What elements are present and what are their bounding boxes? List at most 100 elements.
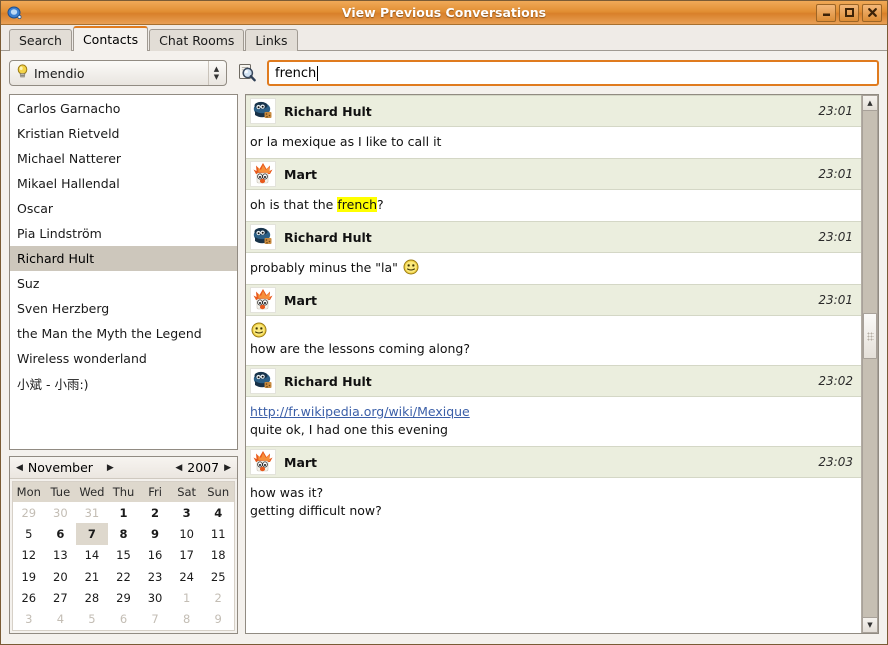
tab-contacts[interactable]: Contacts — [72, 26, 149, 52]
message-link[interactable]: http://fr.wikipedia.org/wiki/Mexique — [250, 404, 470, 419]
list-item[interactable]: 小斌 - 小雨:) — [10, 371, 237, 396]
message-header: Mart 23:01 — [246, 284, 861, 316]
calendar-day[interactable]: 29 — [13, 502, 45, 523]
next-month-icon[interactable]: ▶ — [107, 463, 114, 473]
scroll-up-button[interactable]: ▲ — [862, 95, 878, 111]
calendar-day[interactable]: 21 — [76, 566, 108, 587]
message-sender: Richard Hult — [284, 373, 372, 389]
calendar-week: 12 13 14 15 16 17 18 — [13, 545, 234, 566]
maximize-button[interactable] — [839, 3, 859, 22]
list-item[interactable]: Wireless wonderland — [10, 346, 237, 371]
calendar-day[interactable]: 19 — [13, 566, 45, 587]
prev-year-icon[interactable]: ◀ — [175, 463, 182, 473]
calendar-day[interactable]: 5 — [13, 523, 45, 544]
calendar-day[interactable]: 23 — [139, 566, 171, 587]
search-match-highlight: french — [337, 197, 378, 212]
calendar-day[interactable]: 12 — [13, 545, 45, 566]
calendar-day[interactable]: 13 — [45, 545, 77, 566]
calendar-day[interactable]: 4 — [45, 609, 77, 630]
list-item[interactable]: Suz — [10, 271, 237, 296]
list-item[interactable]: Michael Natterer — [10, 146, 237, 171]
calendar-day[interactable]: 20 — [45, 566, 77, 587]
main-window: View Previous Conversations Search Conta… — [0, 0, 888, 645]
calendar-day[interactable]: 29 — [108, 587, 140, 608]
calendar-day[interactable]: 16 — [139, 545, 171, 566]
close-button[interactable] — [862, 3, 882, 22]
calendar-day[interactable]: 3 — [171, 502, 203, 523]
message-timestamp: 23:03 — [818, 455, 853, 469]
calendar-day[interactable]: 2 — [202, 587, 234, 608]
search-input[interactable]: french — [267, 60, 879, 86]
minimize-button[interactable] — [816, 3, 836, 22]
message-text: how are the lessons coming along? — [250, 341, 470, 356]
next-year-icon[interactable]: ▶ — [224, 463, 231, 473]
calendar-day[interactable]: 9 — [139, 523, 171, 544]
scroll-down-button[interactable]: ▼ — [862, 617, 878, 633]
tab-bar: Search Contacts Chat Rooms Links — [1, 25, 887, 52]
window-controls — [816, 3, 884, 22]
list-item[interactable]: Carlos Garnacho — [10, 96, 237, 121]
calendar-day[interactable]: 27 — [45, 587, 77, 608]
calendar-day[interactable]: 15 — [108, 545, 140, 566]
beaker-avatar — [250, 161, 276, 187]
list-item[interactable]: Mikael Hallendal — [10, 171, 237, 196]
calendar-day[interactable]: 8 — [108, 523, 140, 544]
scrollbar-track[interactable] — [862, 111, 878, 617]
tab-chat-rooms[interactable]: Chat Rooms — [149, 29, 245, 51]
account-combo[interactable]: Imendio ▲ ▼ — [9, 60, 227, 86]
day-name: Sun — [207, 485, 230, 499]
calendar-day[interactable]: 22 — [108, 566, 140, 587]
list-item[interactable]: Kristian Rietveld — [10, 121, 237, 146]
panes: Carlos Garnacho Kristian Rietveld Michae… — [9, 94, 879, 634]
contact-list[interactable]: Carlos Garnacho Kristian Rietveld Michae… — [9, 94, 238, 450]
message-sender: Mart — [284, 166, 318, 182]
calendar-day[interactable]: 7 — [139, 609, 171, 630]
list-item[interactable]: the Man the Myth the Legend — [10, 321, 237, 346]
calendar-day[interactable]: 1 — [108, 502, 140, 523]
search-input-value: french — [275, 65, 317, 81]
calendar-month-nav: ◀ November ▶ — [16, 460, 114, 475]
calendar-day[interactable]: 5 — [76, 609, 108, 630]
list-item[interactable]: Oscar — [10, 196, 237, 221]
message-line: oh is that the french? — [250, 196, 853, 214]
calendar-day[interactable]: 26 — [13, 587, 45, 608]
calendar-day[interactable]: 17 — [171, 545, 203, 566]
tab-links[interactable]: Links — [245, 29, 298, 51]
tab-search[interactable]: Search — [9, 29, 72, 51]
cookie-monster-avatar — [250, 98, 276, 124]
calendar-day[interactable]: 11 — [202, 523, 234, 544]
calendar-day[interactable]: 28 — [76, 587, 108, 608]
search-magnifier-icon[interactable] — [235, 61, 259, 85]
calendar-day[interactable]: 24 — [171, 566, 203, 587]
calendar-day[interactable]: 14 — [76, 545, 108, 566]
calendar-day[interactable]: 10 — [171, 523, 203, 544]
calendar-day[interactable]: 25 — [202, 566, 234, 587]
list-item[interactable]: Sven Herzberg — [10, 296, 237, 321]
calendar-day[interactable]: 4 — [202, 502, 234, 523]
calendar-day-selected[interactable]: 7 — [76, 523, 108, 545]
calendar-day[interactable]: 6 — [108, 609, 140, 630]
calendar-day[interactable]: 18 — [202, 545, 234, 566]
calendar-day[interactable]: 2 — [139, 502, 171, 523]
calendar-day[interactable]: 3 — [13, 609, 45, 630]
calendar-day[interactable]: 8 — [171, 609, 203, 630]
calendar-day[interactable]: 30 — [45, 502, 77, 523]
message-line: or la mexique as I like to call it — [250, 133, 853, 151]
message-body: or la mexique as I like to call it — [246, 127, 861, 158]
scrollbar-thumb[interactable] — [863, 313, 877, 359]
calendar-day[interactable]: 6 — [45, 523, 77, 544]
chevron-updown-icon[interactable]: ▲ ▼ — [208, 61, 224, 85]
list-item[interactable]: Pia Lindström — [10, 221, 237, 246]
calendar-day[interactable]: 30 — [139, 587, 171, 608]
message-body: how are the lessons coming along? — [246, 316, 861, 365]
prev-month-icon[interactable]: ◀ — [16, 463, 23, 473]
message-text: how was it? — [250, 485, 324, 500]
calendar-day[interactable]: 31 — [76, 502, 108, 523]
conversation-scrollbar[interactable]: ▲ ▼ — [861, 95, 878, 633]
calendar-day[interactable]: 9 — [202, 609, 234, 630]
account-combo-value: Imendio — [34, 65, 85, 81]
message-timestamp: 23:01 — [818, 104, 853, 118]
titlebar: View Previous Conversations — [1, 1, 887, 25]
calendar-day[interactable]: 1 — [171, 587, 203, 608]
list-item-selected[interactable]: Richard Hult — [10, 246, 237, 271]
